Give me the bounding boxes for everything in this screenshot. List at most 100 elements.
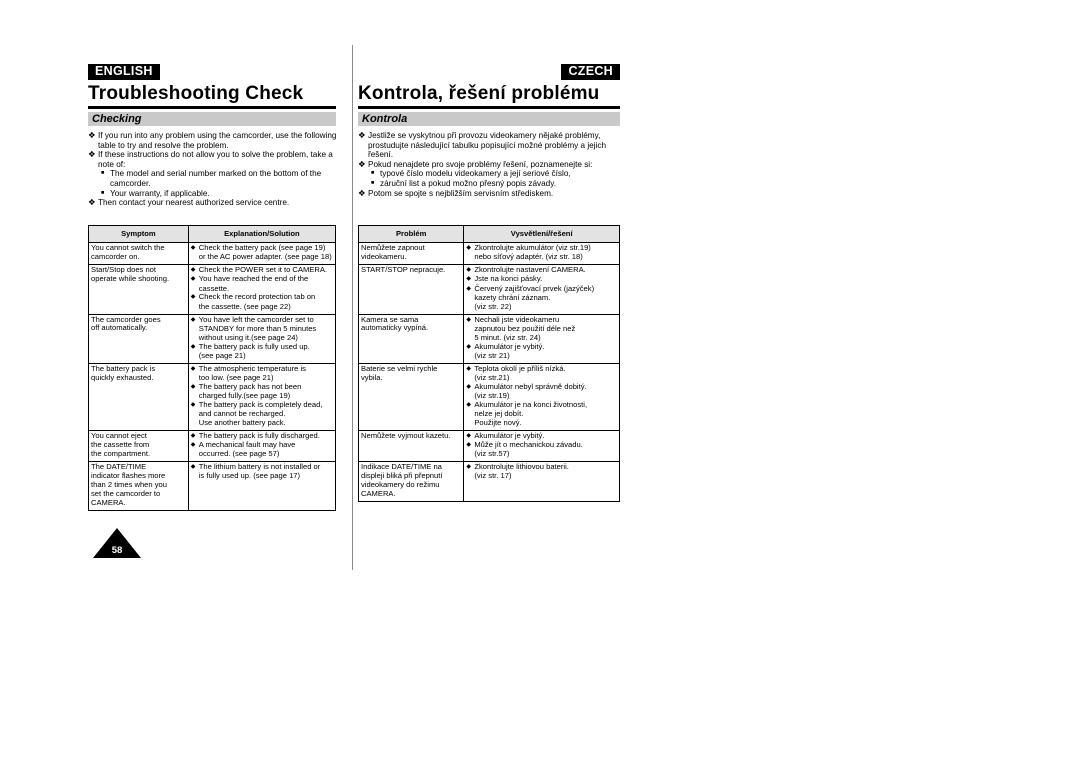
troubleshooting-table-czech: Problém Vysvětlení/řešení Nemůžete zapnout…: [357, 225, 620, 502]
solution-line: Jste na konci pásky.: [474, 274, 543, 284]
section-heading-english: Checking: [88, 112, 336, 126]
table-row: You cannot eject the cassette from the com…: [88, 429, 337, 463]
club-bullet-icon: ❖: [358, 130, 366, 140]
column-divider: [352, 45, 353, 570]
solution-cell: ◆ Teplota okolí je příliš nízká. (viz str.…: [463, 362, 620, 431]
diamond-bullet-icon: ◆: [190, 383, 196, 390]
diamond-bullet-icon: ◆: [466, 285, 471, 292]
diamond-bullet-icon: ◆: [190, 365, 196, 372]
table-row: The battery pack is quickly exhausted. ◆ Th…: [88, 362, 337, 431]
table-row: Nemůžete vyjmout kazetu. ◆ Akumulátor je v…: [357, 429, 620, 463]
solution-cell: ◆ Zkontrolujte akumulátor (viz str.19) neb…: [463, 241, 620, 266]
diamond-bullet-icon: ◆: [466, 245, 471, 251]
section-heading-english-label: Checking: [92, 113, 142, 125]
page-number: 58: [111, 545, 123, 556]
language-tag-english-container: ENGLISH: [88, 62, 160, 80]
diamond-bullet-icon: ◆: [466, 464, 471, 471]
solution-line: nebo síťový adaptér. (viz str. 18): [474, 252, 583, 262]
symptom-cell: Start/Stop does not operate while shootin…: [88, 264, 189, 315]
intro-bullet: ❖ Potom se spojte s nejbližším servisním …: [358, 187, 622, 199]
symptom-cell: Nemůžete vyjmout kazetu.: [357, 429, 465, 463]
club-bullet-icon: ❖: [88, 130, 96, 140]
document-page: ENGLISH CZECH Troubleshooting Check Kont…: [0, 0, 1080, 763]
symptom-cell: Baterie se velmi rychle vybila.: [357, 362, 465, 431]
table-row: Nemůžete zapnout videokameru. ◆ Zkontrolujt…: [357, 241, 620, 266]
diamond-bullet-icon: ◆: [466, 432, 471, 439]
diamond-bullet-icon: ◆: [466, 365, 471, 372]
solution-line: Použijte nový.: [474, 417, 522, 427]
diamond-bullet-icon: ◆: [466, 383, 471, 390]
symptom-line: quickly exhausted.: [91, 372, 154, 382]
diamond-bullet-icon: ◆: [190, 432, 196, 439]
diamond-bullet-icon: ◆: [466, 267, 471, 274]
table-row: Baterie se velmi rychle vybila. ◆ Teplota o…: [357, 362, 620, 431]
diamond-bullet-icon: ◆: [190, 267, 196, 274]
troubleshooting-table-english: Symptom Explanation/Solution You cannot sw…: [88, 225, 337, 511]
intro-bullet-text: Your warranty, if applicable.: [110, 188, 210, 198]
solution-line: (viz str. 22): [474, 301, 512, 311]
intro-bullet: ❖ Then contact your nearest authorized se…: [88, 198, 338, 208]
diamond-bullet-icon: ◆: [190, 294, 196, 301]
symptom-cell: Indikace DATE/TIME na displeji bliká při …: [357, 461, 465, 502]
club-bullet-icon: ❖: [88, 149, 96, 160]
symptom-line: the compartment.: [91, 448, 151, 458]
symptom-line: START/STOP nepracuje.: [361, 265, 446, 275]
symptom-cell: Nemůžete zapnout videokameru.: [357, 241, 465, 266]
solution-line: the cassette. (see page 22): [198, 301, 291, 311]
intro-bullet-text: záruční list a pokud možno přesný popis …: [380, 179, 556, 189]
symptom-line: automaticky vypíná.: [361, 323, 429, 333]
club-bullet-icon: ❖: [88, 197, 96, 208]
table-row: The camcorder goes off automatically. ◆ You…: [88, 313, 337, 364]
symptom-cell: The camcorder goes off automatically.: [88, 313, 189, 364]
intro-bullet-text: typové číslo modelu videokamery a její s…: [380, 169, 571, 179]
solution-cell: ◆ The battery pack is fully discharged. ◆ A…: [187, 429, 337, 463]
page-title-czech: Kontrola, řešení problému: [358, 83, 600, 104]
intro-bullet-text: Then contact your nearest authorized ser…: [98, 198, 290, 208]
page-title-english: Troubleshooting Check: [88, 83, 304, 104]
diamond-bullet-icon: ◆: [190, 316, 196, 323]
symptom-line: camcorder on.: [91, 251, 140, 261]
solution-cell: ◆ The lithium battery is not installed or…: [187, 461, 337, 511]
intro-bullet: ■ Your warranty, if applicable.: [88, 189, 338, 199]
solution-line: Check the record protection tab on: [198, 292, 316, 302]
intro-bullet: ❖ If you run into any problem using the c…: [88, 130, 338, 150]
club-bullet-icon: ❖: [358, 158, 366, 169]
table-row: Indikace DATE/TIME na displeji bliká při …: [357, 461, 620, 502]
symptom-cell: START/STOP nepracuje.: [357, 264, 465, 315]
table-header-row: Problém Vysvětlení/řešení: [357, 225, 620, 243]
solution-line: (viz str 21): [474, 350, 510, 360]
symptom-cell: You cannot switch the camcorder on.: [88, 241, 189, 266]
solution-cell: ◆ Zkontrolujte lithiovou baterii. (viz str…: [463, 461, 620, 502]
intro-bullet-text: If you run into any problem using the ca…: [98, 131, 337, 150]
diamond-bullet-icon: ◆: [190, 343, 196, 350]
intro-list-czech: ❖ Jestliže se vyskytnou při provozu video…: [358, 130, 622, 199]
solution-cell: ◆ Check the battery pack (see page 19) or …: [187, 241, 337, 266]
diamond-bullet-icon: ◆: [190, 401, 196, 408]
symptom-line: videokameru.: [361, 251, 407, 261]
diamond-bullet-icon: ◆: [466, 442, 471, 449]
square-bullet-icon: ■: [371, 170, 375, 177]
symptom-line: vybila.: [361, 372, 383, 382]
solution-line: (viz str. 17): [474, 471, 512, 481]
intro-bullet-text: The model and serial number marked on th…: [110, 169, 322, 188]
section-heading-czech-label: Kontrola: [362, 113, 408, 125]
solution-line: (viz str.57): [474, 449, 510, 459]
club-bullet-icon: ❖: [358, 187, 366, 198]
intro-bullet-text: Pokud nenajdete pro svoje problémy řešen…: [368, 159, 593, 169]
table-row: START/STOP nepracuje. ◆ Zkontrolujte nasta…: [357, 264, 620, 315]
solution-line: You have reached the end of the: [198, 274, 309, 284]
language-tag-czech: CZECH: [561, 64, 620, 80]
diamond-bullet-icon: ◆: [466, 401, 471, 408]
square-bullet-icon: ■: [101, 170, 105, 177]
table-header-row: Symptom Explanation/Solution: [88, 225, 337, 243]
section-heading-czech: Kontrola: [358, 112, 620, 126]
symptom-line: operate while shooting.: [91, 274, 170, 284]
intro-list-english: ❖ If you run into any problem using the c…: [88, 130, 338, 208]
symptom-line: CAMERA.: [91, 497, 126, 507]
symptom-line: CAMERA.: [361, 488, 396, 498]
language-tag-czech-container: CZECH: [358, 62, 620, 80]
solution-line: (see page 21): [198, 350, 246, 360]
intro-bullet-text: If these instructions do not allow you t…: [98, 150, 333, 169]
symptom-line: off automatically.: [91, 323, 148, 333]
diamond-bullet-icon: ◆: [190, 464, 196, 471]
